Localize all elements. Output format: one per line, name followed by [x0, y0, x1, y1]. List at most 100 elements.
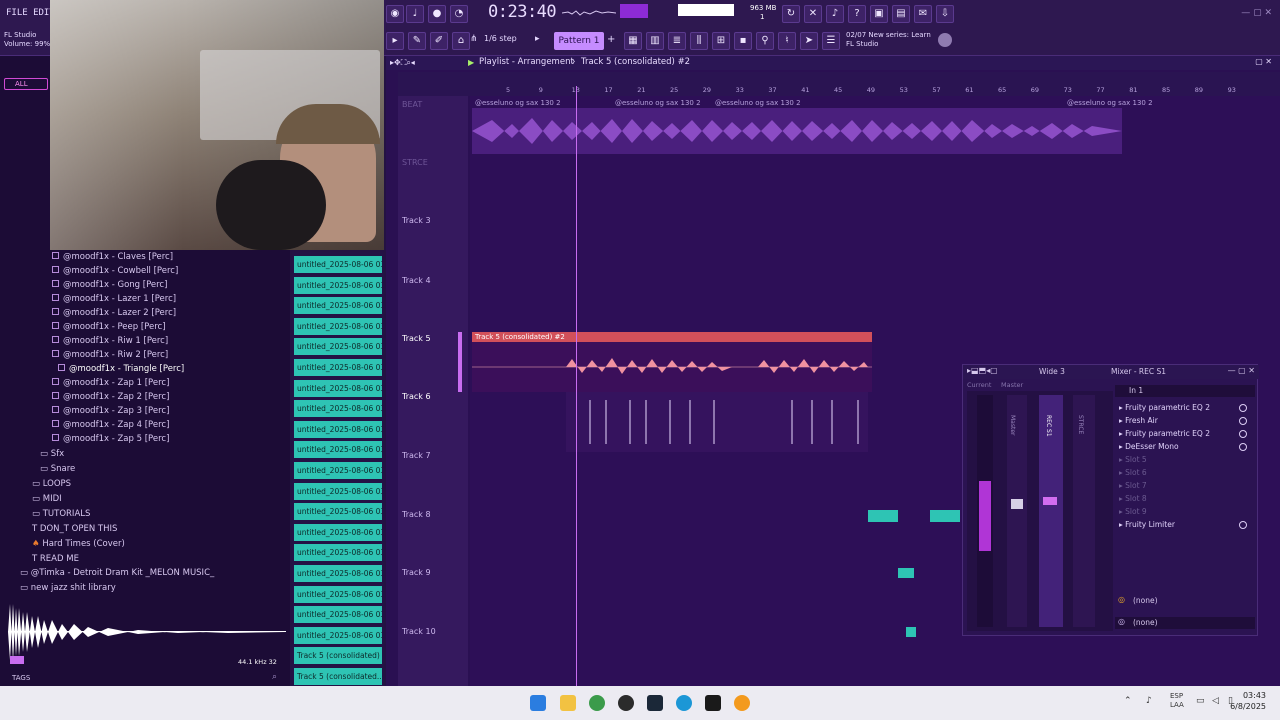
track-name[interactable]: Track 5 [402, 334, 431, 343]
pattern-item[interactable]: untitled_2025-08-06 03- [294, 379, 382, 397]
davinci-icon[interactable] [618, 695, 634, 711]
pattern-item[interactable]: untitled_2025-08-06 03- [294, 256, 382, 273]
pattern-item[interactable]: untitled_2025-08-06 03- [294, 441, 382, 459]
browser-file[interactable]: @moodf1x - Claves [Perc] [52, 252, 173, 262]
pattern-item[interactable]: untitled_2025-08-06 03- [294, 359, 382, 376]
track8-clip[interactable] [868, 510, 898, 522]
pattern-item[interactable]: untitled_2025-08-06 03- [294, 317, 382, 335]
language-indicator[interactable]: ESP LAA [1170, 692, 1184, 710]
sample-preview-waveform[interactable] [8, 600, 286, 664]
rec-mode-icon[interactable]: ◉ [386, 5, 404, 23]
snap-icon[interactable]: ⋔ [470, 34, 478, 44]
plugin-icon[interactable]: ▪ [734, 32, 752, 50]
song-time-display[interactable]: 0:23:40 [488, 2, 560, 26]
pattern-item[interactable]: Track 5 (consolidated... [294, 668, 382, 685]
mixer-slot[interactable]: ▸ Fruity parametric EQ 2 [1119, 429, 1210, 438]
browser-file[interactable]: @moodf1x - Zap 2 [Perc] [52, 392, 169, 402]
pattern-item[interactable]: untitled_2025-08-06 03- [294, 400, 382, 418]
slot-mix-knob[interactable] [1239, 417, 1247, 425]
pattern-item[interactable]: untitled_2025-08-06 03- [294, 462, 382, 479]
pattern-add-icon[interactable]: + [607, 34, 615, 45]
network-icon[interactable]: ▭ [1196, 696, 1205, 706]
slot-mix-knob[interactable] [1239, 430, 1247, 438]
news-panel[interactable]: 02/07 New series: Learn FL Studio [846, 31, 931, 49]
pattern-selector[interactable]: Pattern 1 [554, 32, 604, 50]
folder-tutorials[interactable]: ▭ TUTORIALS [32, 509, 90, 519]
track-name[interactable]: STRCE [402, 158, 428, 167]
playlist-nav-icon[interactable]: ▸✥⛶⌕◂ [390, 58, 415, 68]
file-dont-open[interactable]: T DON_T OPEN THIS [32, 524, 117, 534]
mixer-menu-icon[interactable]: ▸⬓⬒◂▢ [967, 366, 998, 375]
track-name[interactable]: Track 9 [402, 568, 431, 577]
tray-chevron-icon[interactable]: ⌃ [1124, 696, 1132, 706]
browser-file[interactable]: @moodf1x - Riw 1 [Perc] [52, 336, 168, 346]
pattern-item[interactable]: untitled_2025-08-06 03- [294, 606, 382, 624]
track10-clip[interactable] [906, 627, 916, 637]
mixer-slot[interactable]: ▸ Fresh Air [1119, 416, 1158, 425]
capcut-icon[interactable] [705, 695, 721, 711]
browser-file[interactable]: @moodf1x - Gong [Perc] [52, 280, 167, 290]
volume-icon[interactable]: ◁ [1212, 696, 1219, 706]
record-icon[interactable]: ● [428, 5, 446, 23]
browser-file[interactable]: @moodf1x - Cowbell [Perc] [52, 266, 178, 276]
draw-icon[interactable]: ✎ [408, 32, 426, 50]
download-icon[interactable]: ⇩ [936, 5, 954, 23]
pattern-prev-icon[interactable]: ▸ [535, 34, 540, 44]
strce-strip[interactable]: STRCE [1073, 395, 1095, 627]
folder-loops[interactable]: ▭ LOOPS [32, 479, 71, 489]
file-read-me[interactable]: T READ ME [32, 554, 79, 564]
file-explorer-icon[interactable] [560, 695, 576, 711]
mixer-send-b[interactable]: ◎ (none) [1115, 617, 1255, 629]
browser-icon[interactable]: ⊞ [712, 32, 730, 50]
mic-icon[interactable]: ♪ [826, 5, 844, 23]
folder-sfx[interactable]: ▭ Sfx [40, 449, 64, 459]
play-arrow-icon[interactable]: ▸ [386, 32, 404, 50]
mixer-slot[interactable]: ▸ Slot 8 [1119, 494, 1147, 503]
browser-file[interactable]: @moodf1x - Lazer 1 [Perc] [52, 294, 176, 304]
slot-mix-knob[interactable] [1239, 443, 1247, 451]
mixer-slot[interactable]: ▸ Fruity Limiter [1119, 520, 1175, 529]
mixer-titlebar[interactable]: ▸⬓⬒◂▢ Wide 3 Mixer - REC S1 — ▢ ✕ [963, 365, 1259, 379]
playlist-window-controls-icon[interactable]: ▢ ✕ [1255, 57, 1272, 66]
playlist-icon[interactable]: ▦ [624, 32, 642, 50]
clip-header[interactable]: @esseluno og sax 130 2 [1064, 98, 1153, 108]
pattern-item[interactable]: untitled_2025-08-06 03- [294, 297, 382, 315]
stamp-icon[interactable]: ⌂ [452, 32, 470, 50]
slot-mix-knob[interactable] [1239, 521, 1247, 529]
mixer-slot[interactable]: ▸ Slot 6 [1119, 468, 1147, 477]
folder-midi[interactable]: ▭ MIDI [32, 494, 62, 504]
mixer-slot[interactable]: ▸ Slot 7 [1119, 481, 1147, 490]
browser-file[interactable]: @moodf1x - Lazer 2 [Perc] [52, 308, 176, 318]
tags-label[interactable]: TAGS [12, 674, 30, 682]
steam-icon[interactable] [647, 695, 663, 711]
pattern-item[interactable]: untitled_2025-08-06 03- [294, 503, 382, 521]
track-name[interactable]: BEAT [402, 100, 422, 109]
file-hard-times[interactable]: ♠ Hard Times (Cover) [32, 539, 125, 549]
browser-file[interactable]: @moodf1x - Zap 5 [Perc] [52, 434, 169, 444]
tempo-icon[interactable]: ♮ [778, 32, 796, 50]
playlist-ruler[interactable]: 5913172125293337414549535761656973778185… [398, 72, 1280, 96]
track9-clip[interactable] [898, 568, 914, 578]
pattern-item[interactable]: untitled_2025-08-06 03- [294, 626, 382, 644]
track5-clip-header[interactable]: Track 5 (consolidated) #2 [472, 332, 872, 342]
countdown-icon[interactable]: ◔ [450, 5, 468, 23]
pattern-item[interactable]: untitled_2025-08-06 03- [294, 276, 382, 294]
folder-jazz-library[interactable]: ▭ new jazz shit library [20, 583, 116, 593]
channel-rack-icon[interactable]: ▥ [646, 32, 664, 50]
windows-start-icon[interactable] [530, 695, 546, 711]
track-name[interactable]: Track 10 [402, 627, 436, 636]
search-icon[interactable]: ⌕ [272, 672, 277, 682]
remote-icon[interactable]: ➤ [800, 32, 818, 50]
track6-clip[interactable] [566, 392, 868, 452]
rec-fader[interactable] [1043, 497, 1057, 505]
playlist-titlebar[interactable]: ▸✥⛶⌕◂ ▶ Playlist - Arrangement › Track 5… [386, 56, 1280, 70]
browser-file[interactable]: @moodf1x - Zap 3 [Perc] [52, 406, 169, 416]
track8-clip[interactable] [930, 510, 960, 522]
refresh-icon[interactable]: ↻ [782, 5, 800, 23]
clip-header[interactable]: @esseluno og sax 130 2 [612, 98, 701, 108]
mic-tray-icon[interactable]: ♪ [1146, 696, 1152, 706]
edge-icon[interactable] [676, 695, 692, 711]
pattern-item[interactable]: untitled_2025-08-06 03- [294, 544, 382, 562]
touch-icon[interactable]: ☰ [822, 32, 840, 50]
pattern-item[interactable]: untitled_2025-08-06 03- [294, 565, 382, 582]
